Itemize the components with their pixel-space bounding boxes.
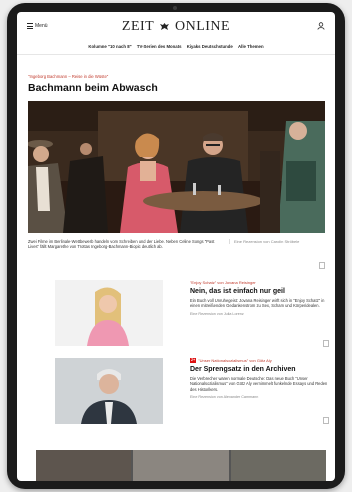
- zplus-badge: Z+: [190, 358, 197, 363]
- bookmark-icon[interactable]: [323, 340, 329, 347]
- next-teaser-images[interactable]: [36, 450, 326, 481]
- lead-headline[interactable]: Bachmann beim Abwasch: [28, 82, 158, 94]
- article-byline: Eine Rezension von Julia Lorenz: [190, 311, 244, 316]
- lead-kicker[interactable]: "Ingeborg Bachmann – Reise in die Wüste": [28, 74, 108, 79]
- lead-image[interactable]: [28, 101, 325, 233]
- user-icon[interactable]: [317, 22, 325, 30]
- article-title[interactable]: Nein, das ist einfach nur geil: [190, 288, 330, 295]
- site-logo[interactable]: ZEIT ONLINE: [17, 19, 335, 35]
- logo-right: ONLINE: [174, 19, 231, 34]
- article-kicker: Z+ "Unser Nationalsozialismus" von Götz …: [190, 358, 330, 363]
- site-header: Menü ZEIT ONLINE Kolumne "10 nach 8" TV-…: [17, 12, 335, 52]
- nav-item[interactable]: Alle Themen: [238, 44, 264, 49]
- screen: Menü ZEIT ONLINE Kolumne "10 nach 8" TV-…: [17, 12, 335, 481]
- article-teaser[interactable]: Z+ "Unser Nationalsozialismus" von Götz …: [45, 358, 335, 430]
- article-teaser-text: Die Verbrecher waren normale Deutsche: D…: [190, 376, 328, 392]
- portrait-man: [55, 358, 163, 424]
- bookmark-icon[interactable]: [319, 262, 325, 269]
- article-title[interactable]: Der Sprengsatz in den Archiven: [190, 366, 330, 373]
- bookmark-icon[interactable]: [323, 417, 329, 424]
- article-text: Z+ "Unser Nationalsozialismus" von Götz …: [190, 358, 330, 399]
- nav-item[interactable]: TV-Serien des Monats: [137, 44, 182, 49]
- tablet-frame: Menü ZEIT ONLINE Kolumne "10 nach 8" TV-…: [7, 3, 345, 489]
- article-text: "Enjoy Schatz" von Jovana Reisinger Nein…: [190, 280, 330, 316]
- lead-author: Eine Rezension von Carolin Ströbele: [229, 239, 330, 244]
- film-still: [28, 101, 325, 233]
- lead-caption: Zwei Filme im Berlinale-Wettbewerb hande…: [28, 239, 215, 250]
- logo-left: ZEIT: [121, 19, 154, 34]
- nav-item[interactable]: Kiyaks Deutschstunde: [187, 44, 233, 49]
- article-byline: Eine Rezension von Alexander Cammann: [190, 394, 259, 399]
- camera: [173, 6, 177, 10]
- article-image[interactable]: [55, 280, 163, 346]
- top-navigation: Kolumne "10 nach 8" TV-Serien des Monats…: [17, 44, 335, 49]
- article-teaser-text: Ein Buch voll Unruhegeist: Jovana Reisin…: [190, 298, 325, 309]
- teaser-image[interactable]: [133, 450, 229, 481]
- nav-item[interactable]: Kolumne "10 nach 8": [88, 44, 131, 49]
- article-kicker: "Enjoy Schatz" von Jovana Reisinger: [190, 280, 330, 285]
- eagle-icon: [159, 23, 169, 30]
- kicker-text: "Enjoy Schatz" von Jovana Reisinger: [190, 280, 256, 285]
- article-teaser[interactable]: "Enjoy Schatz" von Jovana Reisinger Nein…: [45, 280, 335, 353]
- kicker-text: "Unser Nationalsozialismus" von Götz Aly: [198, 358, 272, 363]
- header-divider: [17, 54, 335, 55]
- portrait-woman: [55, 280, 163, 346]
- article-image[interactable]: [55, 358, 163, 424]
- teaser-image[interactable]: [36, 450, 132, 481]
- teaser-image[interactable]: [230, 450, 326, 481]
